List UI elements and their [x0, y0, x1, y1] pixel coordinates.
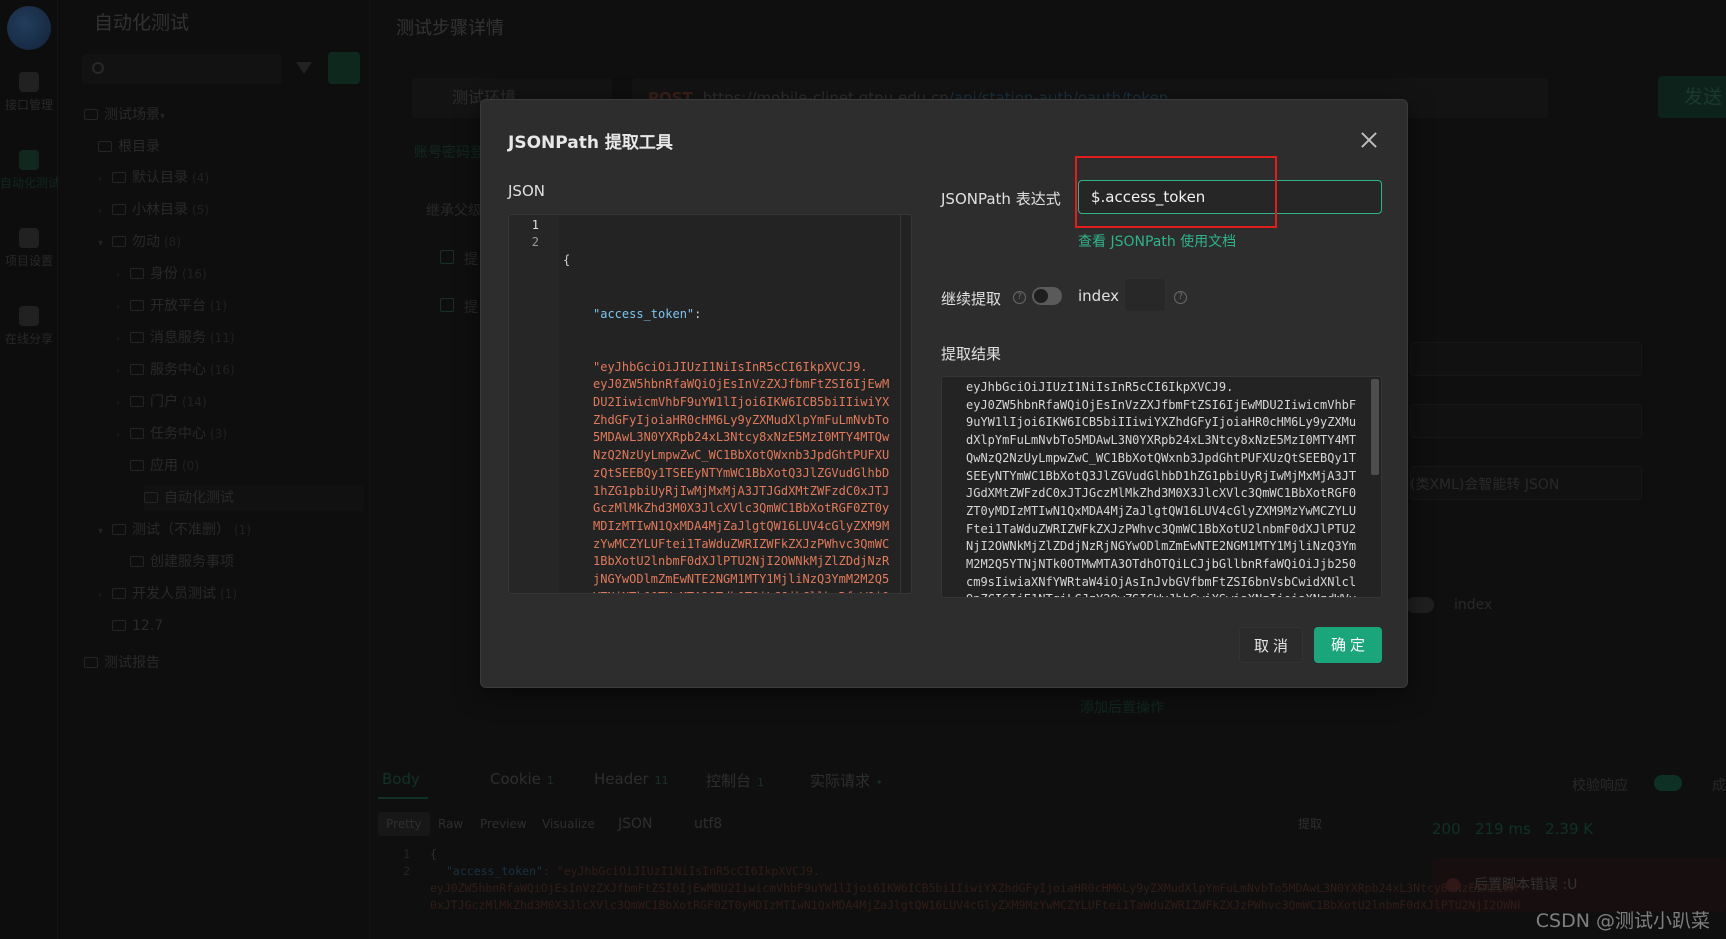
- json-code-line: MDIzMTIwN1QxMDA4MjZaJlgtQW16LUV4cGlyZXM9…: [593, 518, 890, 533]
- result-label: 提取结果: [941, 345, 1002, 363]
- help-icon[interactable]: ?: [1013, 291, 1026, 304]
- json-code-line: jNGYwODlmZmEwNTE2NGM1MTY1MjliNzQ3YmM2M2Q…: [593, 572, 890, 587]
- json-code-line: YTNjNTk0OTMwMTA3OTdhOTQiLCJjbGllbnRfaWQi…: [593, 589, 889, 593]
- json-code-line: NzQ2NzUyLmpwZwC_WC1BbXotQWxnb3JpdGhtPUFX…: [593, 448, 890, 463]
- result-code-line: ZT0yMDIzMTIwN1QxMDA4MjZaJlgtQW16LUV4cGly…: [966, 503, 1357, 518]
- result-code-line: SEEyNTYmWC1BbXotQ3JlZGVudGlhbD1hZG1pbiUy…: [966, 468, 1357, 483]
- json-code-line: eyJ0ZW5hbnRfaWQiOjEsInVzZXJfbmFtZSI6IjEw…: [593, 377, 890, 392]
- index-input[interactable]: [1124, 278, 1166, 312]
- line-gutter: 1 2: [509, 215, 559, 593]
- json-editor[interactable]: 1 2 { "access_token": "eyJhbGciOiJIUzI1N…: [508, 214, 912, 594]
- index-label: index: [1078, 287, 1120, 305]
- continue-extract-label: 继续提取: [941, 290, 1002, 308]
- continue-extract-toggle[interactable]: [1032, 287, 1062, 305]
- result-code-line: Ftei1TaWduZWRIZWFkZXJzPWhvc3QmWC1BbXotU2…: [966, 521, 1357, 536]
- result-code-line: eyJhbGciOiJIUzI1NiIsInR5cCI6IkpXVCJ9.: [966, 380, 1234, 394]
- json-code-line: GczMlMkZhd3M0X3JlcXVlc3QmWC1BbXotRGF0ZT0…: [593, 501, 890, 516]
- cancel-button[interactable]: 取消: [1239, 627, 1303, 663]
- result-output[interactable]: eyJhbGciOiJIUzI1NiIsInR5cCI6IkpXVCJ9. eyJ…: [941, 376, 1382, 598]
- json-code-line: zYwMCZYLUFtei1TaWduZWRIZWFkZXJzPWhvc3QmW…: [593, 536, 890, 551]
- json-code-line: 1BbXotU2lnbmF0dXJlPTU2NjI2OWNkMjZlZDdjNz…: [593, 554, 890, 569]
- result-code-line: eyJ0ZW5hbnRfaWQiOjEsInVzZXJfbmFtZSI6IjEw…: [966, 397, 1357, 412]
- result-code-line: cm9sIiwiaXNfYWRtaW4iOjAsInJvbGVfbmFtZSI6…: [966, 574, 1357, 589]
- json-label: JSON: [508, 182, 545, 200]
- fold-guide: [900, 215, 901, 593]
- result-code-line: 9pZCI6IjE1NTgiLCJzY29wZSI6WyJhbGwiXSwiaX…: [966, 591, 1356, 597]
- jsonpath-input[interactable]: [1078, 180, 1382, 214]
- jsonpath-dialog: JSONPath 提取工具 JSON 1 2 { "access_token":…: [480, 99, 1408, 688]
- result-code-line: NjI2OWNkMjZlZDdjNzRjNGYwODlmZmEwNTE2NGM1…: [966, 539, 1357, 554]
- json-code: { "access_token": "eyJhbGciOiJIUzI1NiIsI…: [563, 217, 890, 593]
- scrollbar[interactable]: [1371, 379, 1379, 475]
- result-code-line: QwNzQ2NzUyLmpwZwC_WC1BbXotQWxnb3JpdGhtPU…: [966, 450, 1357, 465]
- json-code-line: "eyJhbGciOiJIUzI1NiIsInR5cCI6IkpXVCJ9.: [593, 359, 868, 374]
- confirm-button[interactable]: 确定: [1314, 627, 1382, 663]
- result-code-line: M2M2Q5YTNjNTk0OTMwMTA3OTdhOTQiLCJjbGllbn…: [966, 557, 1357, 572]
- close-icon[interactable]: [1359, 130, 1379, 150]
- json-code-line: ZhdGFyIjoiaHR0cHM6Ly9yZXMudXlpYmFuLmNvbT…: [593, 412, 890, 427]
- help-icon[interactable]: ?: [1174, 291, 1187, 304]
- result-code-line: 9uYW1lIjoi6IKW6ICB5biIIiwiYXZhdGFyIjoiaH…: [966, 415, 1357, 430]
- result-code: eyJhbGciOiJIUzI1NiIsInR5cCI6IkpXVCJ9. eyJ…: [966, 379, 1357, 597]
- result-code-line: JGdXMtZWFzdC0xJTJGczMlMkZhd3M0X3JlcXVlc3…: [966, 486, 1357, 501]
- dialog-title: JSONPath 提取工具: [508, 133, 673, 153]
- json-code-line: 5MDAwL3N0YXRpb24xL3Ntcy8xNzE5MzI0MTY4MTQ…: [593, 430, 890, 445]
- json-code-line: DU2IiwicmVhbF9uYW1lIjoi6IKW6ICB5biIIiwiY…: [593, 395, 890, 410]
- json-code-line: 1hZG1pbiUyRjIwMjMxMjA3JTJGdXMtZWFzdC0xJT…: [593, 483, 890, 498]
- jsonpath-doc-link[interactable]: 查看 JSONPath 使用文档: [1078, 231, 1236, 251]
- json-code-line: zQtSEEBQy1TSEEyNTYmWC1BbXotQ3JlZGVudGlhb…: [593, 465, 890, 480]
- result-code-line: dXlpYmFuLmNvbTo5MDAwL3N0YXRpb24xL3Ntcy8x…: [966, 433, 1357, 448]
- jsonpath-label: JSONPath 表达式: [941, 190, 1061, 208]
